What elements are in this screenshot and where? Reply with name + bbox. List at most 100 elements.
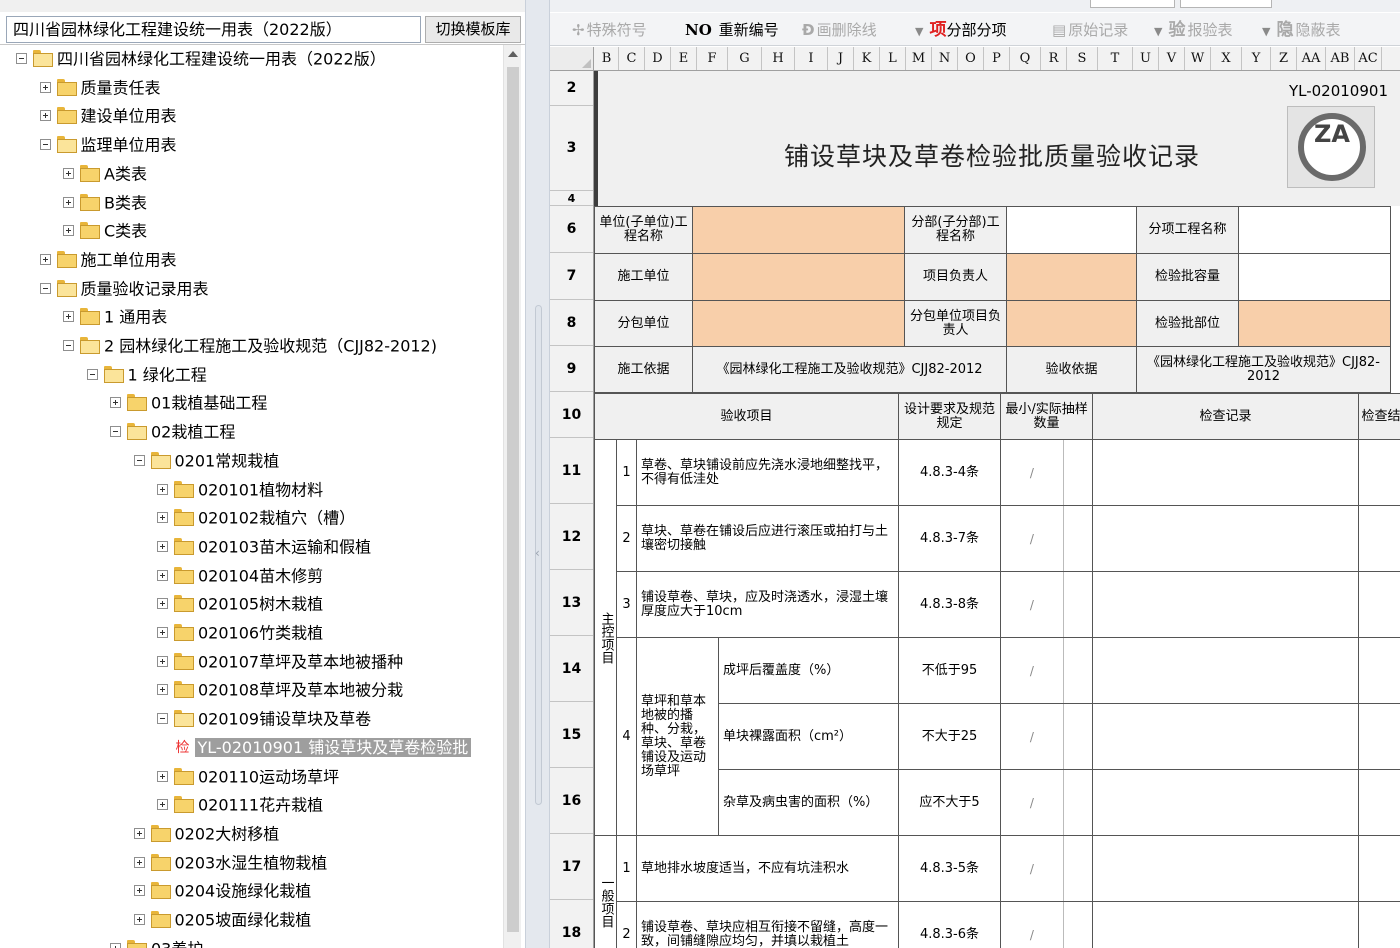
collapse-icon[interactable]	[39, 139, 51, 151]
column-header[interactable]: M	[906, 47, 932, 70]
sample-count-cell[interactable]: /	[1000, 637, 1094, 704]
inspection-record-cell[interactable]	[1092, 901, 1360, 948]
inspection-result-cell[interactable]	[1358, 571, 1400, 638]
row-header[interactable]: 9	[550, 346, 593, 392]
expand-icon[interactable]	[157, 684, 168, 696]
tree-item-folder[interactable]: 020104苗木修剪	[157, 562, 323, 590]
inspection-result-cell[interactable]	[1358, 835, 1400, 902]
row-header[interactable]: 12	[550, 504, 593, 570]
row-header[interactable]: 11	[550, 438, 593, 504]
tree-item-folder[interactable]: 020103苗木运输和假植	[157, 533, 371, 561]
row-header[interactable]: 8	[550, 300, 593, 346]
tree-item-folder[interactable]: 0204设施绿化栽植	[133, 877, 311, 905]
tree-item-folder[interactable]: 01栽植基础工程	[110, 389, 267, 417]
inspection-result-cell[interactable]	[1358, 439, 1400, 506]
column-header[interactable]: O	[958, 47, 984, 70]
row-header[interactable]: 6	[550, 206, 593, 253]
expand-icon[interactable]	[157, 655, 168, 667]
special-symbol-button[interactable]: ✢ 特殊符号	[572, 18, 647, 42]
collapse-icon[interactable]	[16, 53, 27, 64]
column-header[interactable]: F	[697, 47, 728, 70]
row-header[interactable]: 7	[550, 253, 593, 300]
expand-icon[interactable]	[63, 196, 74, 208]
tree-item-folder[interactable]: 1 通用表	[63, 303, 167, 331]
sub-manager-input[interactable]	[1006, 300, 1137, 347]
scroll-up-arrow-icon[interactable]	[508, 51, 518, 57]
tree-item-folder[interactable]: 四川省园林绿化工程建设统一用表（2022版）	[16, 45, 386, 73]
column-header[interactable]: R	[1041, 47, 1067, 70]
expand-icon[interactable]	[133, 856, 145, 868]
tree-item-folder[interactable]: 020110运动场草坪	[157, 763, 339, 791]
sub-item-spec[interactable]: 应不大于5	[898, 769, 1002, 836]
expand-icon[interactable]	[157, 799, 168, 811]
item-spec[interactable]: 4.8.3-6条	[898, 901, 1002, 948]
column-header[interactable]: H	[762, 47, 795, 70]
column-header[interactable]: X	[1211, 47, 1242, 70]
row-header[interactable]: 4	[550, 191, 593, 206]
column-header[interactable]: I	[795, 47, 828, 70]
contractor-input[interactable]	[692, 253, 905, 301]
tree-item-folder[interactable]: 020101植物材料	[157, 476, 323, 504]
tree-item-folder[interactable]: 监理单位用表	[39, 131, 177, 159]
tree-scrollbar[interactable]	[503, 45, 521, 948]
item-spec[interactable]: 4.8.3-7条	[898, 505, 1002, 572]
sub-item-spec[interactable]: 不低于95	[898, 637, 1002, 704]
collapse-left-arrow-icon[interactable]: ‹	[535, 546, 540, 560]
tree-item-folder[interactable]: 施工单位用表	[39, 246, 177, 274]
column-header[interactable]: B	[595, 47, 619, 70]
row-header[interactable]: 18	[550, 900, 593, 948]
original-record-button[interactable]: ▤ 原始记录	[1052, 18, 1128, 42]
collapse-icon[interactable]	[39, 282, 51, 294]
inspection-result-cell[interactable]	[1358, 901, 1400, 948]
expand-icon[interactable]	[157, 512, 168, 524]
inspection-result-cell[interactable]	[1358, 505, 1400, 572]
column-header[interactable]: AB	[1326, 47, 1355, 70]
tree-item-folder[interactable]: 0203水湿生植物栽植	[133, 849, 327, 877]
column-header[interactable]: U	[1133, 47, 1159, 70]
inspection-record-cell[interactable]	[1092, 571, 1360, 638]
sub-project-input[interactable]	[1006, 206, 1137, 254]
expand-icon[interactable]	[157, 483, 168, 495]
collapse-icon[interactable]	[86, 368, 98, 380]
row-header[interactable]: 15	[550, 702, 593, 768]
expand-icon[interactable]	[110, 397, 121, 409]
inspection-record-cell[interactable]	[1092, 637, 1360, 704]
column-header[interactable]: Y	[1242, 47, 1271, 70]
sample-count-cell[interactable]: /	[1000, 571, 1094, 638]
column-header[interactable]: D	[645, 47, 671, 70]
expand-icon[interactable]	[39, 81, 51, 93]
template-library-select[interactable]: 四川省园林绿化工程建设统一用表（2022版）	[6, 16, 421, 43]
column-header[interactable]: G	[728, 47, 762, 70]
strikethrough-button[interactable]: Ð 画删除线	[802, 18, 877, 42]
tree-item-folder[interactable]: C类表	[63, 217, 147, 245]
expand-icon[interactable]	[63, 225, 74, 237]
expand-icon[interactable]	[157, 598, 168, 610]
tree-item-folder[interactable]: 0205坡面绿化栽植	[133, 906, 311, 934]
tree-item-folder[interactable]: 020108草坪及草本地被分栽	[157, 676, 403, 704]
collapse-icon[interactable]	[133, 454, 145, 466]
expand-icon[interactable]	[157, 627, 168, 638]
column-header[interactable]: L	[880, 47, 906, 70]
expand-icon[interactable]	[157, 770, 168, 782]
acceptance-basis-value[interactable]: 《园林绿化工程施工及验收规范》CJJ82-2012	[1136, 346, 1391, 393]
tree-item-folder[interactable]: 020105树木栽植	[157, 590, 323, 618]
tree-item-folder[interactable]: 020111花卉栽植	[157, 791, 323, 819]
expand-icon[interactable]	[157, 540, 168, 552]
subcontractor-input[interactable]	[692, 300, 905, 347]
tree-item-folder[interactable]: 0202大树移植	[133, 820, 279, 848]
tree-item-folder[interactable]: 020107草坪及草本地被播种	[157, 648, 403, 676]
expand-icon[interactable]	[133, 885, 145, 897]
column-header[interactable]: C	[619, 47, 645, 70]
sub-item-spec[interactable]: 不大于25	[898, 703, 1002, 770]
select-all-corner[interactable]	[550, 47, 594, 70]
inspection-record-cell[interactable]	[1092, 439, 1360, 506]
expand-icon[interactable]	[110, 942, 121, 948]
construction-basis-value[interactable]: 《园林绿化工程施工及验收规范》CJJ82-2012	[692, 346, 1007, 393]
tree-item-document[interactable]: 检 YL-02010901 铺设草块及草卷检验批	[176, 734, 472, 762]
expand-icon[interactable]	[63, 167, 74, 179]
tree-item-folder[interactable]: 2 园林绿化工程施工及验收规范（CJJ82-2012)	[63, 332, 437, 360]
item-spec[interactable]: 4.8.3-4条	[898, 439, 1002, 506]
tree-item-folder[interactable]: 质量责任表	[39, 74, 161, 102]
expand-icon[interactable]	[39, 110, 51, 122]
column-header[interactable]: AA	[1297, 47, 1326, 70]
